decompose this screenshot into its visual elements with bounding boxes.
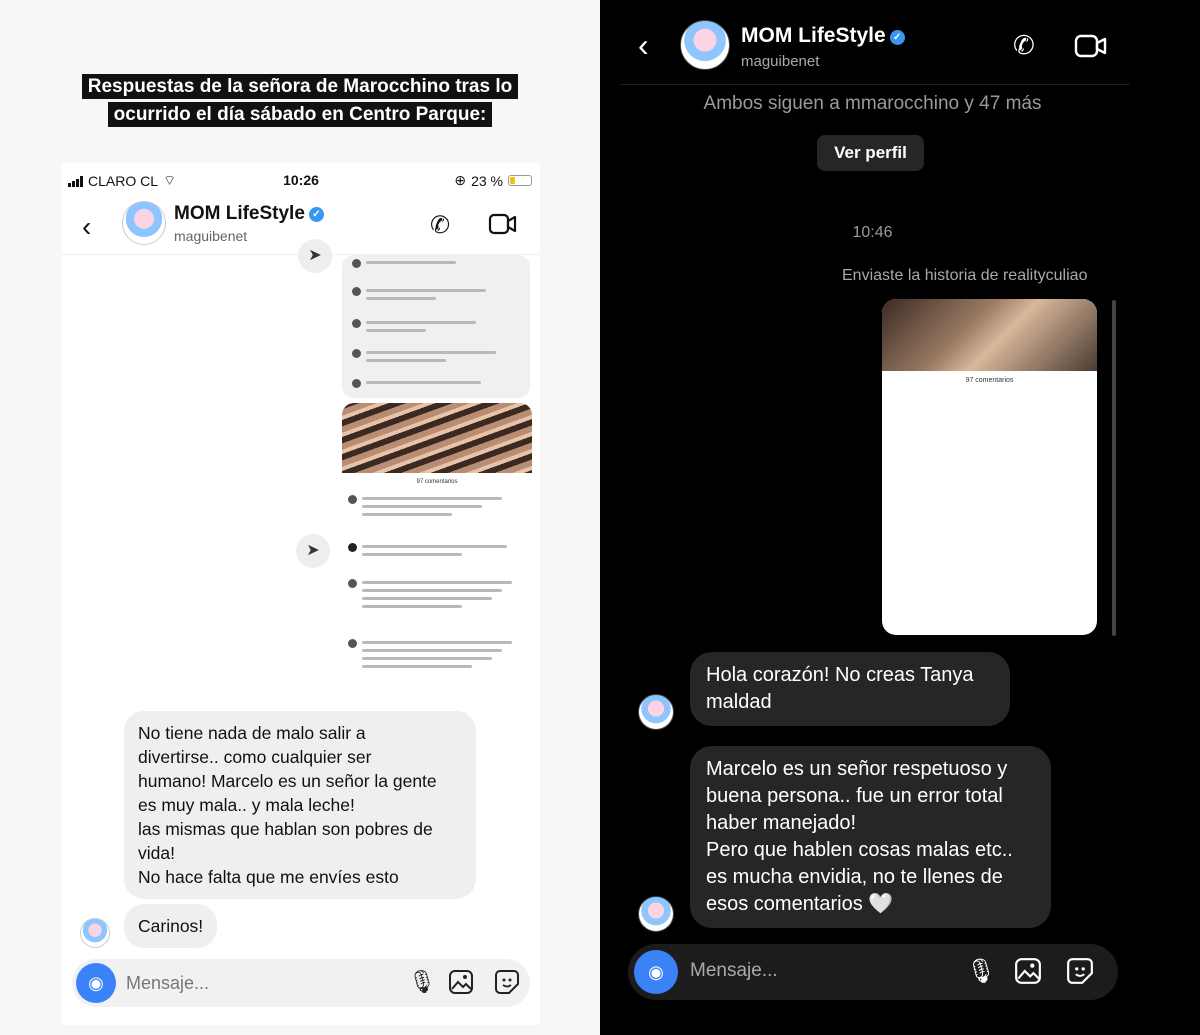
avatar[interactable] [80,918,110,948]
contact-handle: maguibenet [741,53,820,70]
message-timestamp: 10:46 [852,224,893,241]
message-bubble[interactable]: Marcelo es un señor respetuoso y buena p… [690,746,1051,928]
comments-title: 97 comentarios [965,377,1014,384]
lock-rotation-icon: ⊕ [454,172,467,188]
message-bubble[interactable]: Hola corazón! No creas Tanya maldad [690,652,1010,726]
avatar[interactable] [638,896,674,932]
battery-percent: 23 % [471,172,503,189]
shared-video-screenshot[interactable]: 97 comentarios [342,403,532,696]
gallery-icon[interactable] [1014,957,1042,992]
video-icon[interactable] [488,211,518,242]
message-line: No tiene nada de malo salir a [138,723,366,743]
message-line: haber manejado! [706,812,857,834]
phone-icon[interactable]: ✆ [430,211,450,240]
phone-icon[interactable]: ✆ [1013,30,1035,61]
story-headline: Respuestas de la señora de Marocchino tr… [72,73,528,129]
status-bar: CLARO CL ⌔ 10:26 ⊕ 23 % [62,163,540,197]
contact-handle: maguibenet [174,228,248,244]
right-chat-panel: ‹ MOM LifeStyle ✓ maguibenet ✆ Ambos sigu… [600,0,1200,1035]
contact-name: MOM LifeStyle [174,203,305,224]
message-bubble[interactable]: Carinos! [124,904,218,948]
headline-text: Respuestas de la señora de Marocchino tr… [81,74,519,127]
video-icon[interactable] [1074,32,1108,65]
message-line: es mucha envidia, no te llenes de [706,866,1003,888]
share-icon[interactable]: ➤ [296,534,330,568]
message-line: es muy mala.. y mala leche! [138,795,355,815]
message-line: vida! [138,843,175,863]
view-profile-button[interactable]: Ver perfil [817,135,924,171]
contact-name: MOM LifeStyle [741,24,886,47]
back-icon[interactable]: ‹ [82,211,91,243]
message-thread[interactable]: ➤ 97 comentarios ➤ No tiene nada de malo… [62,239,540,948]
avatar[interactable] [122,201,166,245]
gallery-icon[interactable] [448,969,474,1001]
message-line: divertirse.. como cualquier ser [138,747,372,767]
avatar[interactable] [638,694,674,730]
header-divider [620,84,1130,85]
message-composer[interactable]: ◉ Mensaje... 🎙 [628,944,1118,1000]
shared-story-preview[interactable]: 97 comentarios [882,299,1097,635]
message-input[interactable]: Mensaje... [126,973,209,994]
sticker-icon[interactable] [1066,957,1094,992]
message-line: Marcelo es un señor respetuoso y [706,758,1008,780]
sticker-icon[interactable] [494,969,520,1001]
verified-icon: ✓ [889,30,905,45]
camera-icon[interactable]: ◉ [634,950,678,994]
message-composer[interactable]: ◉ Mensaje... 🎙 [72,959,530,1007]
message-line: esos comentarios 🤍 [706,893,894,915]
message-line: las mismas que hablan son pobres de [138,819,433,839]
microphone-icon[interactable]: 🎙 [966,957,996,986]
battery-icon [508,175,532,186]
mutual-follow-info: Ambos siguen a mmarocchino y 47 más [703,93,1042,114]
message-line: Carinos! [138,916,204,936]
microphone-icon[interactable]: 🎙 [408,969,436,995]
message-line: maldad [706,691,772,713]
share-icon[interactable]: ➤ [298,239,332,273]
scrollbar[interactable] [1112,300,1116,636]
left-story-panel: Respuestas de la señora de Marocchino tr… [0,0,600,1035]
message-input[interactable]: Mensaje... [690,960,778,982]
camera-icon[interactable]: ◉ [76,963,116,1003]
message-line: Pero que hablen cosas malas etc.. [706,839,1013,861]
back-icon[interactable]: ‹ [638,27,649,64]
message-line: Hola corazón! No creas Tanya [706,664,974,686]
story-reply-note: Enviaste la historia de realityculiao [842,267,1088,284]
comments-title: 97 comentarios [416,479,458,485]
message-bubble[interactable]: No tiene nada de malo salir a divertirse… [124,711,476,899]
verified-icon: ✓ [308,207,324,222]
message-line: No hace falta que me envíes esto [138,867,399,887]
message-line: buena persona.. fue un error total [706,785,1003,807]
message-line: humano! Marcelo es un señor la gente [138,771,437,791]
phone-screenshot: CLARO CL ⌔ 10:26 ⊕ 23 % ‹ MOM LifeStyle ✓… [62,163,540,1025]
shared-comments-screenshot[interactable] [342,255,530,398]
avatar[interactable] [680,20,730,70]
